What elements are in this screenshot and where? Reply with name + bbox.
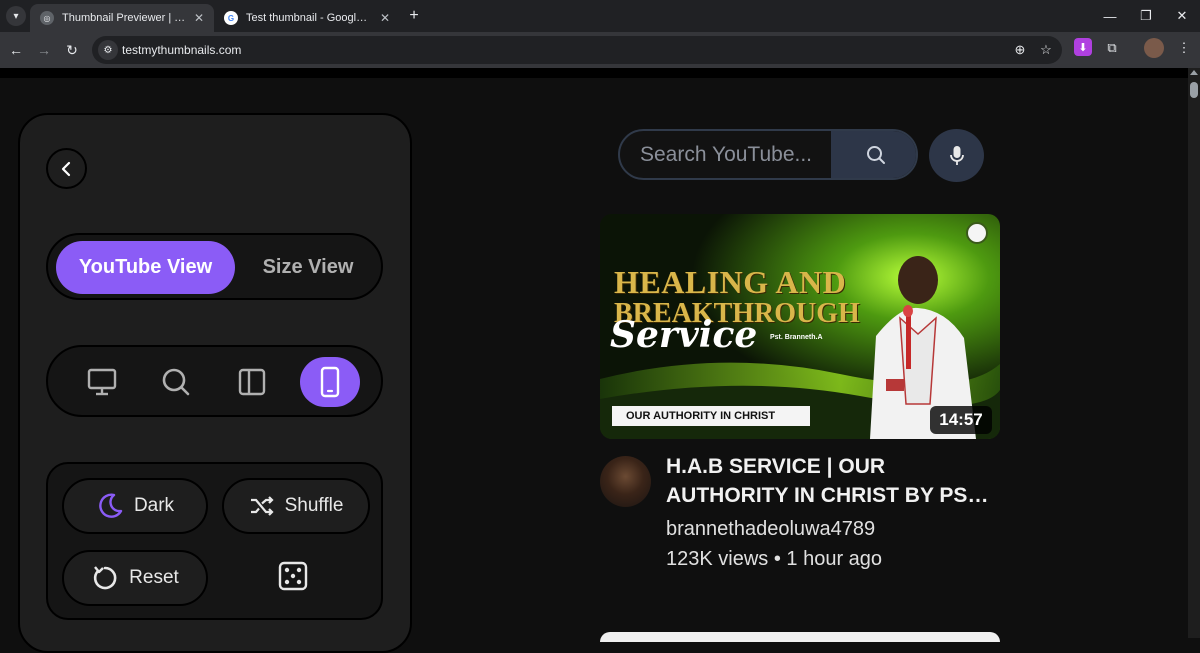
next-video-card[interactable] (600, 632, 1000, 642)
scroll-up-icon[interactable] (1190, 70, 1198, 75)
video-meta: 123K views • 1 hour ago (666, 548, 883, 570)
mobile-view-button[interactable] (300, 357, 360, 407)
video-title[interactable]: H.A.B SERVICE | OUR AUTHORITY IN CHRIST … (666, 452, 1001, 510)
thumbnail-script-text: Service (610, 314, 758, 356)
shuffle-label: Shuffle (284, 495, 344, 516)
zoom-icon[interactable]: ⊕ (1012, 42, 1028, 58)
youtube-view-button[interactable]: YouTube View (56, 241, 235, 294)
thumbnail-band-text: OUR AUTHORITY IN CHRIST (612, 406, 810, 426)
tab-title: Test thumbnail - Google Search (246, 12, 372, 24)
shuffle-icon (250, 496, 274, 516)
thumbnail-headline-1: HEALING AND (614, 264, 847, 300)
church-logo (966, 222, 988, 244)
sidebar-view-button[interactable] (222, 357, 282, 407)
sidebar-icon (238, 368, 266, 396)
dark-mode-button[interactable]: Dark (62, 478, 208, 534)
google-favicon-icon: G (224, 11, 238, 25)
new-tab-button[interactable]: + (404, 6, 424, 26)
view-toggle: YouTube View Size View (46, 233, 383, 300)
site-settings-icon[interactable]: ⚙ (98, 40, 118, 60)
site-favicon-icon: ◎ (40, 11, 54, 25)
youtube-search-input[interactable] (620, 131, 831, 178)
mobile-icon (320, 366, 340, 398)
forward-arrow-icon[interactable]: → (32, 38, 56, 62)
shuffle-button[interactable]: Shuffle (222, 478, 370, 534)
bookmark-star-icon[interactable]: ☆ (1038, 42, 1054, 58)
youtube-search-button[interactable] (831, 131, 916, 178)
moon-icon (99, 493, 123, 518)
actions-group: Dark Shuffle Reset (46, 462, 383, 620)
tab-google-search[interactable]: G Test thumbnail - Google Search ✕ (214, 4, 400, 32)
minimize-button[interactable]: — (1090, 0, 1130, 32)
url-text[interactable]: testmythumbnails.com (122, 43, 241, 57)
size-view-button[interactable]: Size View (238, 241, 378, 294)
chevron-left-icon (61, 161, 70, 176)
more-menu-icon[interactable]: ⋮ (1174, 38, 1194, 58)
tab-search-menu-icon[interactable]: ▾ (6, 6, 26, 26)
dark-label: Dark (133, 495, 175, 516)
channel-avatar[interactable] (600, 456, 651, 507)
reload-icon[interactable]: ↻ (60, 38, 84, 62)
tab-title: Thumbnail Previewer | TmT Test (62, 12, 186, 24)
maximize-button[interactable]: ❐ (1126, 0, 1166, 32)
desktop-icon (87, 368, 117, 396)
search-view-button[interactable] (146, 357, 206, 407)
voice-search-button[interactable] (929, 129, 984, 182)
browser-tab-bar: ▾ ◎ Thumbnail Previewer | TmT Test ✕ G T… (0, 0, 1200, 32)
tab-thumbnail-previewer[interactable]: ◎ Thumbnail Previewer | TmT Test ✕ (30, 4, 214, 32)
close-window-button[interactable]: ✕ (1162, 0, 1200, 32)
device-selector (46, 345, 383, 417)
search-icon (866, 145, 885, 164)
scroll-thumb[interactable] (1190, 82, 1198, 98)
profile-avatar[interactable] (1144, 38, 1164, 58)
youtube-search-bar (618, 129, 918, 180)
search-icon (162, 368, 190, 396)
close-icon[interactable]: ✕ (380, 11, 390, 25)
back-button[interactable] (46, 148, 87, 189)
video-duration-badge: 14:57 (930, 406, 992, 434)
back-arrow-icon[interactable]: ← (4, 38, 28, 62)
page-scrollbar[interactable] (1188, 68, 1200, 638)
address-bar[interactable]: ⚙ testmythumbnails.com ⊕ ☆ (92, 36, 1062, 64)
page-top-strip (0, 68, 1188, 78)
dice-icon[interactable] (278, 561, 308, 591)
channel-name[interactable]: brannethadeoluwa4789 (666, 518, 875, 541)
reset-label: Reset (129, 567, 179, 588)
download-extension-icon[interactable]: ⬇ (1074, 38, 1092, 56)
reset-button[interactable]: Reset (62, 550, 208, 606)
extensions-puzzle-icon[interactable]: ⧉ (1102, 38, 1122, 58)
microphone-icon (949, 145, 964, 165)
browser-toolbar: ← → ↻ ⚙ testmythumbnails.com ⊕ ☆ ⬇ ⧉ ⋮ (0, 32, 1200, 68)
desktop-view-button[interactable] (72, 357, 132, 407)
reset-icon (94, 566, 117, 590)
thumbnail-pastor-name: Pst. Branneth.A (770, 334, 823, 341)
close-icon[interactable]: ✕ (194, 11, 204, 25)
